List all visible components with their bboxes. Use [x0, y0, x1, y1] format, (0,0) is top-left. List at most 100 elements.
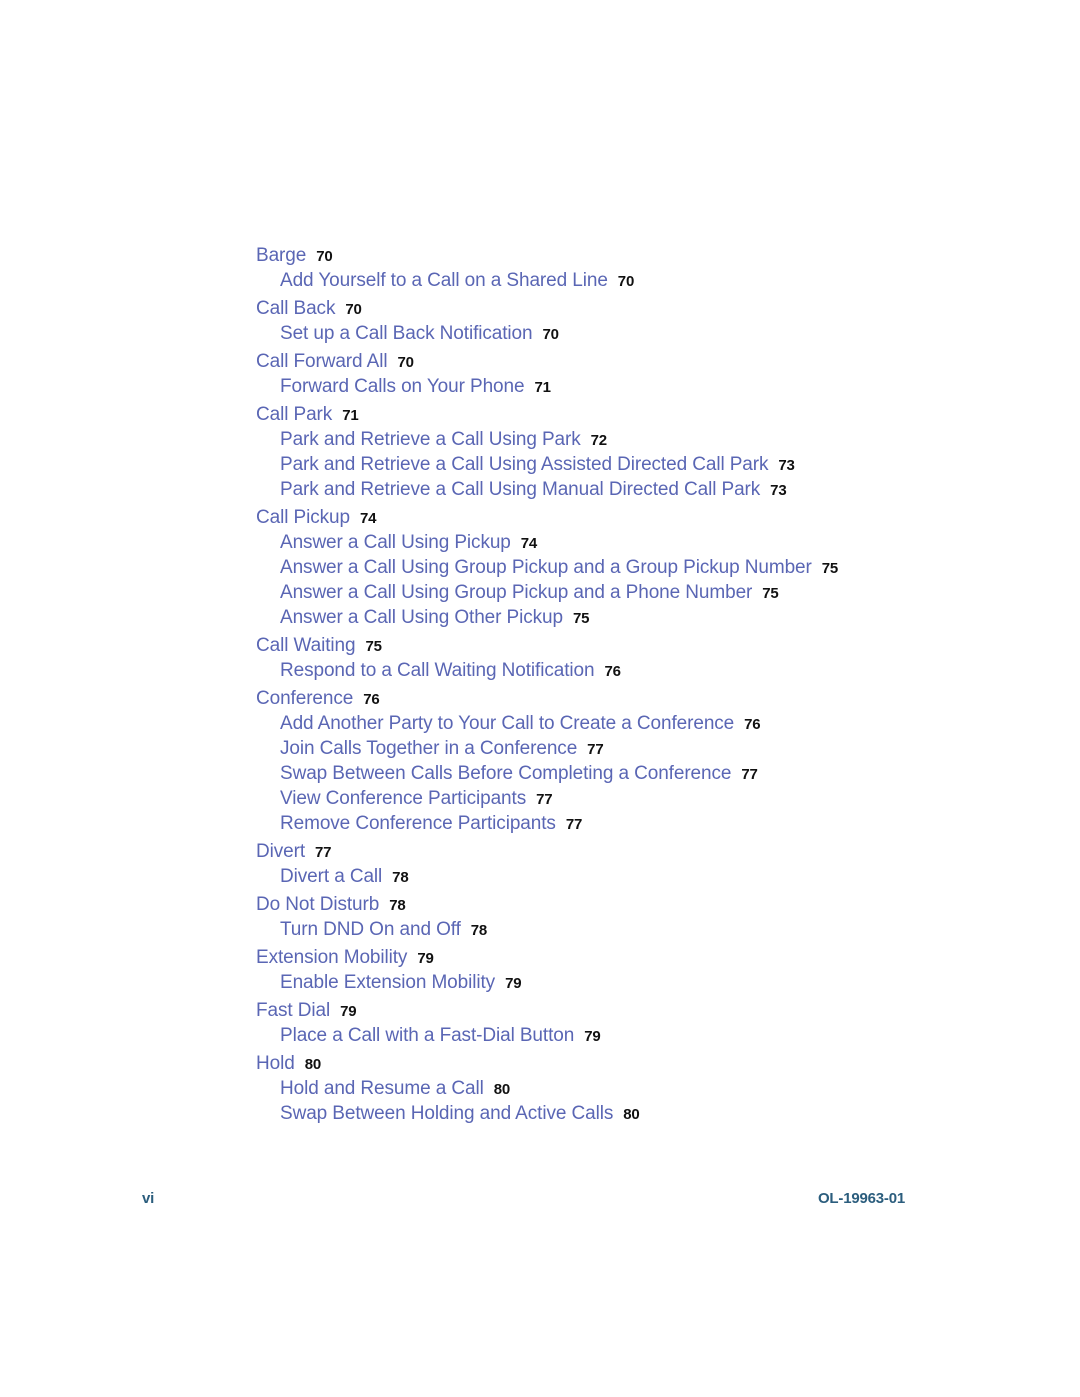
toc-entry[interactable]: Enable Extension Mobility 79	[280, 973, 976, 998]
toc-entry[interactable]: Remove Conference Participants 77	[280, 814, 976, 839]
toc-entry[interactable]: Park and Retrieve a Call Using Park 72	[280, 430, 976, 455]
toc-entry-page-number: 76	[604, 663, 621, 680]
toc-entry-title: Barge	[256, 245, 307, 266]
toc-entry-page-number: 78	[470, 922, 488, 939]
toc-entry-title: Answer a Call Using Pickup	[280, 532, 511, 553]
toc-entry-page-number: 77	[536, 791, 553, 808]
toc-entry-page-number: 70	[345, 301, 362, 318]
toc-entry-title: Set up a Call Back Notification	[280, 323, 533, 344]
toc-entry-title: Call Pickup	[256, 507, 350, 528]
toc-entry[interactable]: Respond to a Call Waiting Notification 76	[280, 661, 976, 686]
toc-entry[interactable]: Fast Dial 79	[256, 1001, 976, 1026]
toc-entry-title: Turn DND On and Off	[280, 919, 461, 940]
toc-entry[interactable]: Add Another Party to Your Call to Create…	[280, 714, 976, 739]
toc-entry-page-number: 78	[389, 897, 406, 914]
toc-entry-page-number: 70	[617, 273, 635, 290]
footer-document-id: OL-19963-01	[817, 1190, 905, 1207]
toc-entry[interactable]: Answer a Call Using Group Pickup and a G…	[280, 558, 976, 583]
toc-entry[interactable]: Join Calls Together in a Conference 77	[280, 739, 976, 764]
toc-entry-page-number: 75	[762, 585, 779, 602]
toc-entry-page-number: 75	[572, 610, 590, 627]
toc-entry[interactable]: Call Back 70	[256, 299, 976, 324]
document-page: Barge 70 Add Yourself to a Call on a Share…	[0, 0, 1080, 1397]
toc-entry[interactable]: Divert a Call 78	[280, 867, 976, 892]
toc-entry[interactable]: Call Pickup 74	[256, 508, 976, 533]
toc-entry-title: Add Another Party to Your Call to Create…	[280, 713, 735, 734]
toc-entry-title: Call Forward All	[256, 351, 388, 372]
toc-entry[interactable]: Set up a Call Back Notification 70	[280, 324, 976, 349]
toc-entry[interactable]: Conference 76	[256, 689, 976, 714]
toc-entry-page-number: 73	[770, 482, 787, 499]
toc-entry-page-number: 79	[340, 1003, 357, 1020]
toc-entry-title: Extension Mobility	[256, 947, 408, 968]
toc-entry-title: Conference	[256, 688, 354, 709]
toc-entry-page-number: 76	[363, 691, 380, 708]
toc-entry[interactable]: Extension Mobility 79	[256, 948, 976, 973]
toc-entry-title: Place a Call with a Fast-Dial Button	[280, 1025, 575, 1046]
toc-entry-title: Answer a Call Using Group Pickup and a G…	[280, 557, 812, 578]
toc-entry-page-number: 71	[342, 407, 359, 424]
toc-entry-page-number: 70	[542, 326, 559, 343]
toc-entry-title: Hold and Resume a Call	[280, 1078, 484, 1099]
toc-entry-title: Fast Dial	[256, 1000, 331, 1021]
toc-entry[interactable]: Park and Retrieve a Call Using Manual Di…	[280, 480, 976, 505]
toc-entry-page-number: 79	[417, 950, 434, 967]
toc-entry-page-number: 79	[505, 975, 522, 992]
toc-entry-title: Remove Conference Participants	[280, 813, 556, 834]
toc-entry-page-number: 76	[744, 716, 761, 733]
toc-entry[interactable]: Park and Retrieve a Call Using Assisted …	[280, 455, 976, 480]
toc-entry[interactable]: Divert 77	[256, 842, 976, 867]
toc-entry[interactable]: Call Waiting 75	[256, 636, 976, 661]
toc-entry-page-number: 77	[741, 766, 758, 783]
page-footer: vi OL-19963-01	[142, 1190, 905, 1207]
toc-entry-page-number: 75	[821, 560, 839, 577]
toc-entry[interactable]: Swap Between Calls Before Completing a C…	[280, 764, 976, 789]
toc-entry[interactable]: View Conference Participants 77	[280, 789, 976, 814]
toc-entry-title: Do Not Disturb	[256, 894, 380, 915]
toc-entry-page-number: 70	[397, 354, 414, 371]
toc-entry-title: Call Waiting	[256, 635, 356, 656]
footer-page-number: vi	[142, 1190, 155, 1207]
toc-entry[interactable]: Forward Calls on Your Phone 71	[280, 377, 976, 402]
toc-entry[interactable]: Barge 70	[256, 246, 976, 271]
toc-entry[interactable]: Hold and Resume a Call 80	[280, 1079, 976, 1104]
toc-entry-page-number: 75	[365, 638, 382, 655]
toc-entry-title: View Conference Participants	[280, 788, 527, 809]
toc-entry[interactable]: Turn DND On and Off 78	[280, 920, 976, 945]
toc-entry-page-number: 73	[778, 457, 795, 474]
toc-entry-title: Swap Between Calls Before Completing a C…	[280, 763, 732, 784]
toc-entry[interactable]: Add Yourself to a Call on a Shared Line 7…	[280, 271, 976, 296]
toc-entry-page-number: 80	[493, 1081, 511, 1098]
toc-entry-title: Respond to a Call Waiting Notification	[280, 660, 595, 681]
toc-entry[interactable]: Answer a Call Using Pickup 74	[280, 533, 976, 558]
toc-entry-title: Swap Between Holding and Active Calls	[280, 1103, 614, 1124]
toc-entry[interactable]: Answer a Call Using Group Pickup and a P…	[280, 583, 976, 608]
toc-entry-title: Join Calls Together in a Conference	[280, 738, 578, 759]
toc-entry-title: Park and Retrieve a Call Using Manual Di…	[280, 479, 761, 500]
toc-entry-page-number: 77	[565, 816, 583, 833]
toc-entry[interactable]: Place a Call with a Fast-Dial Button 79	[280, 1026, 976, 1051]
toc-entry[interactable]: Swap Between Holding and Active Calls 80	[280, 1104, 976, 1129]
toc-entry[interactable]: Call Forward All 70	[256, 352, 976, 377]
toc-entry-title: Park and Retrieve a Call Using Assisted …	[280, 454, 769, 475]
toc-entry-page-number: 79	[584, 1028, 601, 1045]
toc-entry-page-number: 77	[315, 844, 332, 861]
toc-entry-page-number: 74	[359, 510, 377, 527]
toc-entry-title: Answer a Call Using Group Pickup and a P…	[280, 582, 753, 603]
toc-entry-page-number: 80	[304, 1056, 322, 1073]
toc-entry[interactable]: Do Not Disturb 78	[256, 895, 976, 920]
toc-entry[interactable]: Call Park 71	[256, 405, 976, 430]
toc-entry-title: Call Back	[256, 298, 336, 319]
toc-entry[interactable]: Hold 80	[256, 1054, 976, 1079]
table-of-contents: Barge 70 Add Yourself to a Call on a Share…	[256, 246, 976, 1129]
toc-entry-page-number: 74	[520, 535, 538, 552]
toc-entry-title: Forward Calls on Your Phone	[280, 376, 525, 397]
toc-entry-title: Add Yourself to a Call on a Shared Line	[280, 270, 608, 291]
toc-entry-title: Divert	[256, 841, 306, 862]
toc-entry-page-number: 77	[587, 741, 604, 758]
toc-entry-page-number: 71	[534, 379, 551, 396]
toc-entry[interactable]: Answer a Call Using Other Pickup 75	[280, 608, 976, 633]
toc-entry-page-number: 80	[623, 1106, 640, 1123]
toc-entry-title: Call Park	[256, 404, 333, 425]
toc-entry-title: Hold	[256, 1053, 295, 1074]
